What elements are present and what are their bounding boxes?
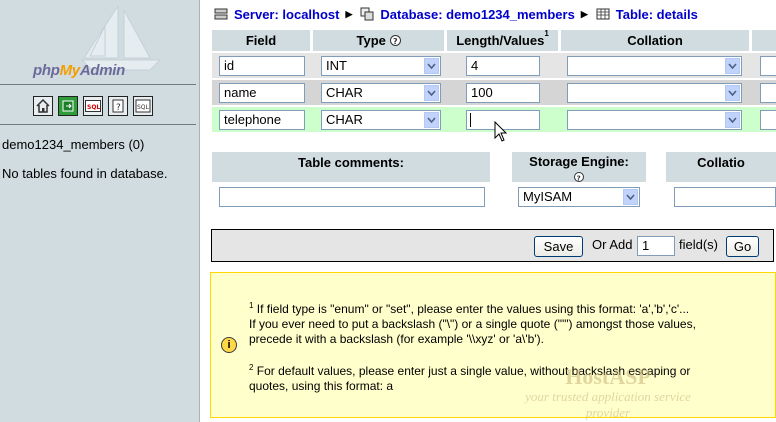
logo-wordmark: phpMyAdmin	[33, 62, 126, 79]
mouse-cursor-icon	[494, 121, 508, 142]
text-caret	[470, 113, 471, 127]
collation-select[interactable]	[567, 83, 742, 103]
svg-text:SQL: SQL	[87, 104, 100, 111]
attributes-select[interactable]	[760, 110, 776, 130]
footnote-1: 1 If field type is "enum" or "set", plea…	[249, 301, 696, 346]
chevron-down-icon	[725, 58, 740, 74]
home-icon[interactable]	[33, 96, 53, 116]
storage-engine-label: Storage Engine:	[529, 154, 629, 169]
field-name-input[interactable]: telephone	[219, 110, 305, 130]
breadcrumb-arrow-icon: ▶	[345, 8, 353, 19]
nav-icon-bar: SQL ? SQL	[33, 96, 153, 118]
type-select[interactable]: CHAR	[321, 83, 441, 103]
collation-select[interactable]	[567, 56, 742, 76]
chevron-down-icon	[725, 85, 740, 101]
help-icon[interactable]: ?	[389, 35, 401, 46]
collation-label: Collatio	[666, 152, 776, 182]
table-icon	[596, 8, 610, 20]
column-header-length: Length/Values1	[447, 30, 558, 51]
svg-text:?: ?	[116, 103, 121, 113]
column-header-type: Type ?	[313, 30, 444, 51]
length-input[interactable]: 100	[466, 83, 540, 103]
chevron-down-icon	[424, 112, 439, 128]
column-header-next	[752, 30, 776, 51]
database-icon	[360, 7, 374, 21]
chevron-down-icon	[424, 85, 439, 101]
breadcrumb-server[interactable]: Server: localhost	[234, 7, 340, 22]
add-fields-count-input[interactable]: 1	[637, 236, 675, 256]
hostasp-watermark: HostASP your trusted application service…	[525, 364, 691, 421]
chevron-down-icon	[725, 112, 740, 128]
go-button[interactable]: Go	[726, 236, 759, 257]
breadcrumb-table[interactable]: Table: details	[616, 7, 698, 22]
field-name-input[interactable]: id	[219, 56, 305, 76]
save-button[interactable]: Save	[534, 236, 583, 257]
breadcrumb-database[interactable]: Database: demo1234_members	[380, 7, 574, 22]
column-header-collation: Collation	[561, 30, 749, 51]
sql-query-icon[interactable]: SQL	[83, 96, 103, 116]
exit-icon[interactable]	[58, 96, 78, 116]
left-navigation-frame: phpMyAdmin SQL ? SQL demo1234_members (0…	[0, 0, 200, 422]
info-icon: i	[221, 337, 237, 353]
no-tables-message: No tables found in database.	[2, 166, 168, 181]
help-icon[interactable]: ?	[574, 172, 584, 182]
svg-text:?: ?	[577, 174, 581, 182]
docs-icon[interactable]: ?	[108, 96, 128, 116]
type-select[interactable]: INT	[321, 56, 441, 76]
main-content-frame: Server: localhost ▶ Database: demo1234_m…	[200, 0, 776, 422]
attributes-select[interactable]	[760, 83, 776, 103]
type-select[interactable]: CHAR	[321, 110, 441, 130]
chevron-down-icon	[623, 189, 638, 205]
table-collation-select[interactable]	[674, 187, 776, 207]
sql-docs-icon[interactable]: SQL	[133, 96, 153, 116]
or-add-label: Or Add	[592, 237, 633, 252]
storage-engine-header: Storage Engine: ?	[512, 152, 646, 182]
chevron-down-icon	[424, 58, 439, 74]
storage-engine-select[interactable]: MyISAM	[518, 187, 640, 207]
length-input[interactable]: 4	[466, 56, 540, 76]
database-link[interactable]: demo1234_members (0)	[2, 137, 144, 152]
svg-text:?: ?	[393, 37, 398, 46]
collation-select[interactable]	[567, 110, 742, 130]
fields-label: field(s)	[679, 237, 719, 252]
table-comments-input[interactable]	[219, 187, 485, 207]
divider	[0, 84, 196, 85]
phpmyadmin-logo[interactable]: phpMyAdmin	[0, 0, 199, 85]
save-bar: Save Or Add 1 field(s) Go	[211, 229, 774, 262]
breadcrumb-arrow-icon: ▶	[580, 8, 588, 19]
notice-box: i 1 If field type is "enum" or "set", pl…	[210, 272, 776, 421]
field-name-input[interactable]: name	[219, 83, 305, 103]
attributes-select[interactable]	[760, 56, 776, 76]
server-icon	[214, 8, 228, 20]
column-header-field: Field	[212, 30, 310, 51]
breadcrumb: Server: localhost ▶ Database: demo1234_m…	[214, 5, 698, 23]
divider	[0, 124, 196, 125]
svg-text:SQL: SQL	[137, 104, 150, 111]
table-comments-label: Table comments:	[212, 152, 490, 182]
